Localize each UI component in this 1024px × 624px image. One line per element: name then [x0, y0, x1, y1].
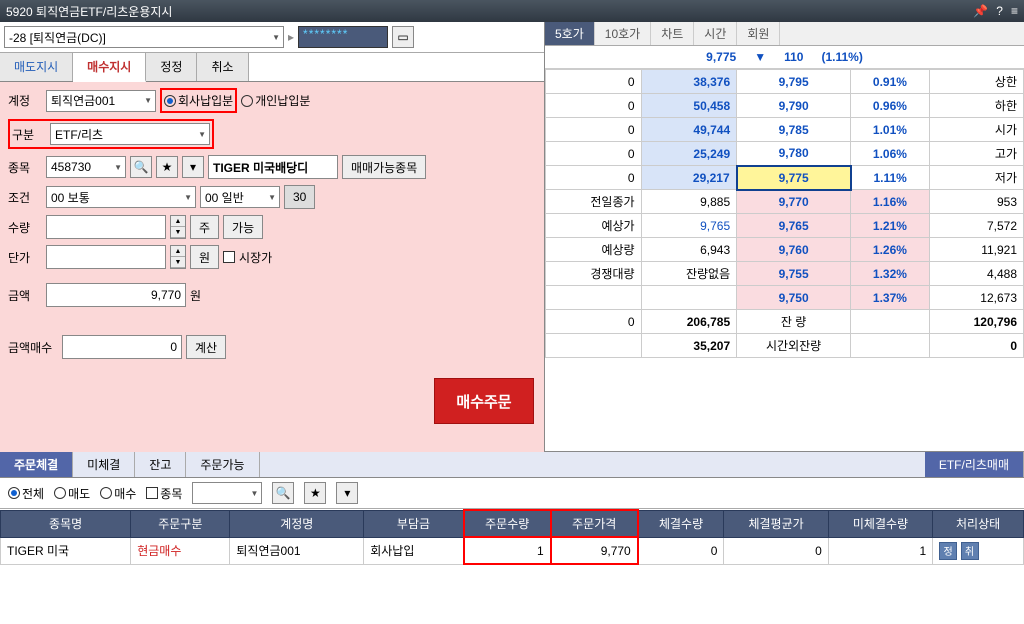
label-code: 종목: [8, 159, 42, 176]
filter-stock-combo[interactable]: [192, 482, 262, 504]
market-checkbox[interactable]: [223, 251, 235, 263]
btm-tab-pending[interactable]: 미체결: [73, 452, 135, 477]
cancel-btn[interactable]: 취: [961, 542, 979, 560]
filter-sell[interactable]: 매도: [54, 485, 90, 502]
filter-bar: 전체 매도 매수 종목 🔍 ★ ▾: [0, 478, 1024, 509]
card-icon[interactable]: ▭: [392, 26, 414, 48]
cond-num-button[interactable]: 30: [284, 185, 315, 209]
btm-tab-balance[interactable]: 잔고: [135, 452, 186, 477]
code-input[interactable]: 458730: [46, 156, 126, 178]
price-unit-button[interactable]: 원: [190, 245, 219, 269]
col-qty[interactable]: 주문수량: [464, 510, 551, 537]
col-status[interactable]: 처리상태: [933, 510, 1024, 537]
qty-unit-button[interactable]: 주: [190, 215, 219, 239]
order-form: 계정 퇴직연금001 회사납입분 개인납입분 구분 ETF/리츠 종목 4587…: [0, 82, 544, 452]
label-cond: 조건: [8, 189, 42, 206]
modify-btn[interactable]: 정: [939, 542, 957, 560]
market-label: 시장가: [239, 249, 272, 266]
label-amtbuy: 금액매수: [8, 339, 58, 356]
col-price[interactable]: 주문가격: [551, 510, 638, 537]
left-panel: -28 [퇴직연금(DC)] ▸ ******** ▭ 매도지시 매수지시 정정…: [0, 22, 545, 451]
buy-order-button[interactable]: 매수주문: [434, 378, 534, 424]
type-combo[interactable]: ETF/리츠: [50, 123, 210, 145]
col-uqty[interactable]: 미체결수량: [828, 510, 932, 537]
menu-icon[interactable]: ≡: [1011, 4, 1018, 18]
window-title: 퇴직연금ETF/리츠운용지시: [36, 5, 172, 19]
account-select[interactable]: -28 [퇴직연금(DC)]: [4, 26, 284, 48]
price-change: 110: [784, 50, 803, 64]
filter-stock[interactable]: 종목: [146, 485, 182, 502]
available-stock-button[interactable]: 매매가능종목: [342, 155, 426, 179]
label-type: 구분: [12, 126, 46, 143]
help-icon[interactable]: ?: [996, 4, 1003, 18]
bottom-section: 주문체결 미체결 잔고 주문가능 ETF/리츠매매 전체 매도 매수 종목 🔍 …: [0, 452, 1024, 565]
price-spinner[interactable]: ▲▼: [170, 245, 186, 269]
bottom-tabs: 주문체결 미체결 잔고 주문가능 ETF/리츠매매: [0, 452, 1024, 478]
label-qty: 수량: [8, 219, 42, 236]
col-ordtype[interactable]: 주문구분: [131, 510, 230, 537]
label-account: 계정: [8, 92, 42, 109]
quote-tab-10[interactable]: 10호가: [595, 22, 651, 45]
btm-tab-orders[interactable]: 주문체결: [0, 452, 73, 477]
filter-star-icon[interactable]: ★: [304, 482, 326, 504]
search-icon[interactable]: 🔍: [130, 156, 152, 178]
quote-tabs: 5호가 10호가 차트 시간 회원: [545, 22, 1024, 46]
amount-unit: 원: [190, 287, 201, 304]
refresh-icon[interactable]: ▸: [288, 30, 294, 44]
account-combo[interactable]: 퇴직연금001: [46, 90, 156, 112]
col-favg[interactable]: 체결평균가: [724, 510, 828, 537]
order-tabs: 매도지시 매수지시 정정 취소: [0, 53, 544, 82]
quote-panel: 5호가 10호가 차트 시간 회원 9,775 ▼ 110 (1.11%) 03…: [545, 22, 1024, 451]
btm-tab-avail[interactable]: 주문가능: [186, 452, 259, 477]
arrow-down-icon: ▼: [754, 50, 766, 64]
qty-input[interactable]: [46, 215, 166, 239]
grid-row[interactable]: TIGER 미국 현금매수 퇴직연금001 회사납입 1 9,770 0 0 1…: [1, 537, 1024, 564]
filter-all[interactable]: 전체: [8, 485, 44, 502]
qty-able-button[interactable]: 가능: [223, 215, 263, 239]
chevron-down-icon[interactable]: ▾: [182, 156, 204, 178]
btm-tab-etf[interactable]: ETF/리츠매매: [925, 452, 1024, 477]
label-amount: 금액: [8, 287, 42, 304]
quote-summary: 9,775 ▼ 110 (1.11%): [545, 46, 1024, 69]
pin-icon[interactable]: 📌: [973, 4, 988, 18]
window-code: 5920: [6, 5, 33, 19]
label-price: 단가: [8, 249, 42, 266]
cond2-combo[interactable]: 00 일반: [200, 186, 280, 208]
radio-company[interactable]: 회사납입분: [164, 92, 233, 109]
tab-sell[interactable]: 매도지시: [0, 53, 73, 81]
radio-personal[interactable]: 개인납입분: [241, 92, 310, 109]
filter-search-icon[interactable]: 🔍: [272, 482, 294, 504]
col-acct[interactable]: 계정명: [230, 510, 364, 537]
col-burden[interactable]: 부담금: [364, 510, 464, 537]
star-icon[interactable]: ★: [156, 156, 178, 178]
tab-cancel[interactable]: 취소: [197, 53, 248, 81]
tab-modify[interactable]: 정정: [146, 53, 197, 81]
cond-combo[interactable]: 00 보통: [46, 186, 196, 208]
quote-tab-member[interactable]: 회원: [737, 22, 780, 45]
amtbuy-input[interactable]: 0: [62, 335, 182, 359]
amount-display: 9,770: [46, 283, 186, 307]
calc-button[interactable]: 계산: [186, 335, 226, 359]
col-name[interactable]: 종목명: [1, 510, 131, 537]
current-price: 9,775: [706, 50, 736, 64]
filter-chevron-icon[interactable]: ▾: [336, 482, 358, 504]
quote-tab-chart[interactable]: 차트: [651, 22, 694, 45]
col-fqty[interactable]: 체결수량: [638, 510, 724, 537]
code-name: TIGER 미국배당디: [208, 155, 338, 179]
orderbook-table: 038,3769,7950.91%상한 050,4589,7900.96%하한 …: [545, 69, 1024, 358]
price-input[interactable]: [46, 245, 166, 269]
quote-tab-5[interactable]: 5호가: [545, 22, 595, 45]
qty-spinner[interactable]: ▲▼: [170, 215, 186, 239]
orders-grid: 종목명 주문구분 계정명 부담금 주문수량 주문가격 체결수량 체결평균가 미체…: [0, 509, 1024, 565]
password-input[interactable]: ********: [298, 26, 388, 48]
quote-tab-time[interactable]: 시간: [694, 22, 737, 45]
filter-buy[interactable]: 매수: [100, 485, 136, 502]
titlebar: 5920 퇴직연금ETF/리츠운용지시 📌 ? ≡: [0, 0, 1024, 22]
tab-buy[interactable]: 매수지시: [73, 53, 146, 82]
price-pct: (1.11%): [821, 50, 862, 64]
